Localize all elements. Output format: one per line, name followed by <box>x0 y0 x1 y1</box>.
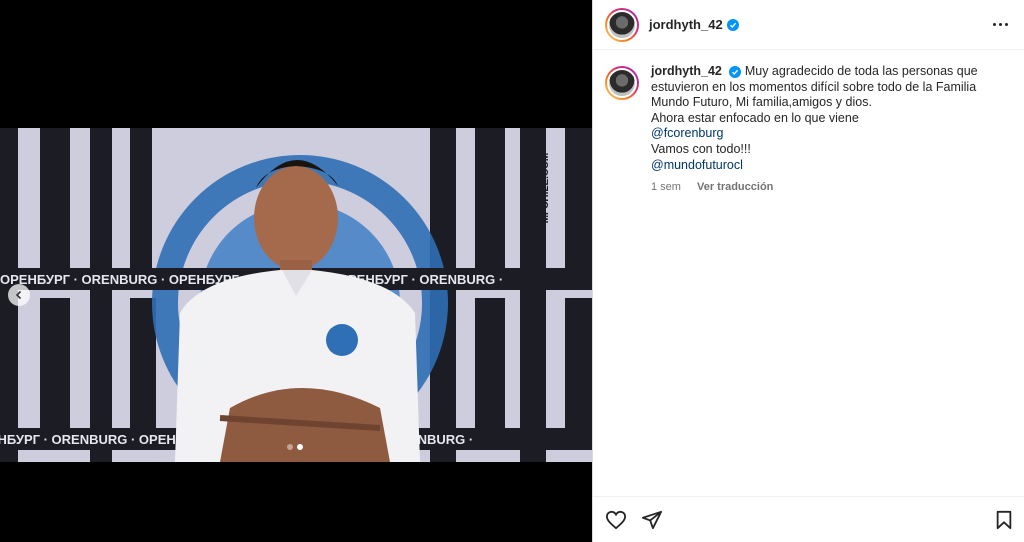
caption-line: Vamos con todo!!! <box>651 141 751 156</box>
caption-avatar[interactable] <box>605 66 639 100</box>
translate-button[interactable]: Ver traducción <box>697 180 773 196</box>
photo-illustration: ОРЕНБУРГ · ORENBURG · ОРЕНБУРГ · ORENBUR… <box>0 128 592 462</box>
like-button[interactable] <box>605 510 627 530</box>
avatar[interactable] <box>605 7 639 42</box>
caption-line: Muy agradecido de toda las personas que <box>744 64 978 78</box>
heart-icon <box>605 510 627 529</box>
verified-badge-icon <box>726 18 739 31</box>
caption-line: Mundo Futuro, Mi familia,amigos y dios. <box>651 95 872 110</box>
caption-section: jordhyth_42 Muy agradecido de toda las p… <box>593 50 1024 196</box>
timestamp[interactable]: 1 sem <box>651 180 681 196</box>
action-bar <box>593 496 1024 542</box>
mention-link[interactable]: @mundofuturocl <box>651 158 1001 174</box>
save-button[interactable] <box>995 510 1013 530</box>
carousel-indicator <box>287 444 303 450</box>
more-icon <box>993 23 996 26</box>
carousel-prev-button[interactable] <box>8 284 30 306</box>
more-options-button[interactable] <box>989 17 1012 32</box>
side-watermark: MFCHILE.COM <box>540 153 551 224</box>
post-photo[interactable]: ОРЕНБУРГ · ORENBURG · ОРЕНБУРГ · ORENBUR… <box>0 128 592 462</box>
caption-username[interactable]: jordhyth_42 <box>651 64 722 78</box>
media-panel: ОРЕНБУРГ · ORENBURG · ОРЕНБУРГ · ORENBUR… <box>0 0 592 542</box>
caption-line: estuvieron en los momentos difícil sobre… <box>651 79 977 94</box>
share-button[interactable] <box>641 510 663 530</box>
chevron-left-icon <box>15 290 22 300</box>
bookmark-icon <box>996 510 1012 529</box>
post-header: jordhyth_42 <box>593 0 1024 50</box>
share-icon <box>642 510 662 529</box>
mention-link[interactable]: @fcorenburg <box>651 126 1001 142</box>
post-details-panel: jordhyth_42 jordhyth_42 Muy agradecido d… <box>592 0 1024 542</box>
carousel-dot <box>287 444 293 450</box>
carousel-dot-active <box>297 444 303 450</box>
verified-badge-icon <box>729 66 742 78</box>
caption-meta: 1 sem Ver traducción <box>651 180 1001 196</box>
caption: jordhyth_42 Muy agradecido de toda las p… <box>651 64 1001 196</box>
header-username[interactable]: jordhyth_42 <box>649 17 723 32</box>
caption-line: Ahora estar enfocado en lo que viene <box>651 110 859 125</box>
